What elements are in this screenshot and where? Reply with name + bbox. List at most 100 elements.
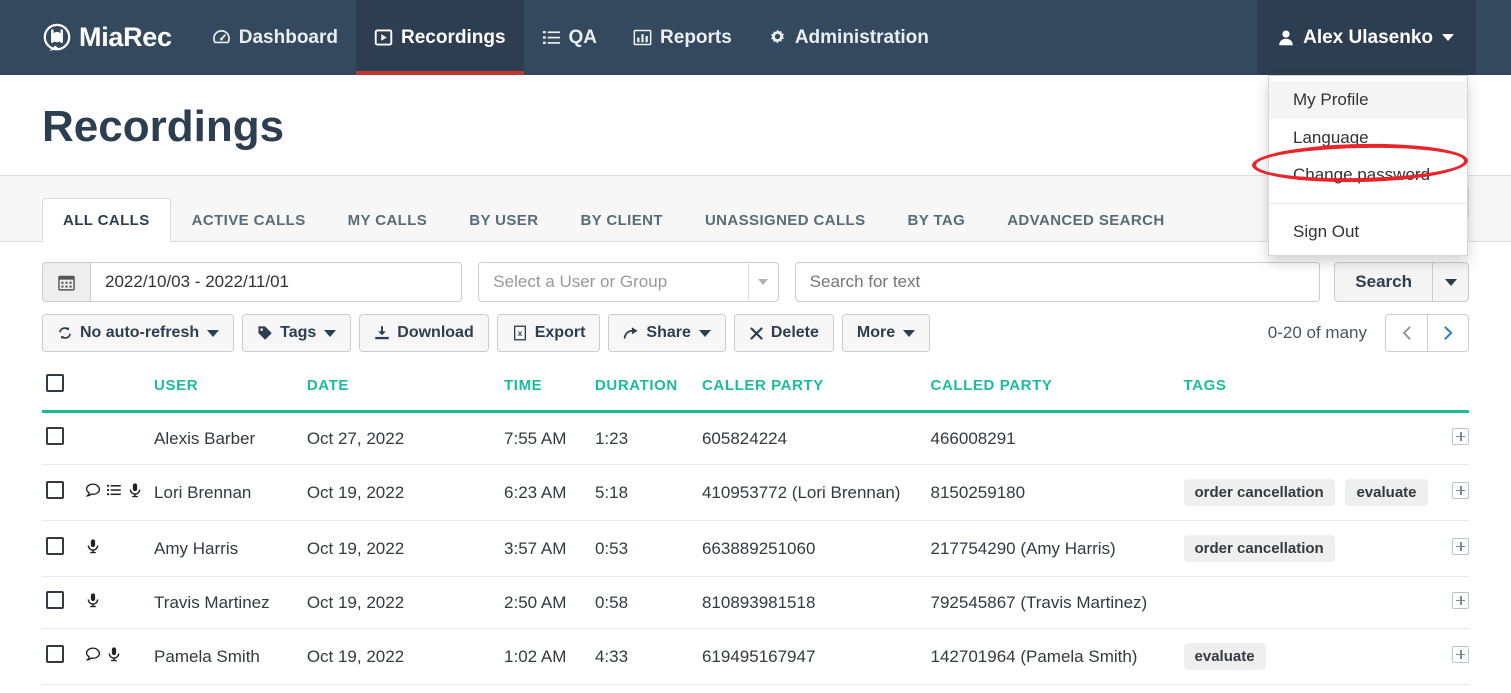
app-window: MiaRec Dashboard Recordings QA Reports A… (0, 0, 1511, 693)
export-spreadsheet-icon: x (512, 325, 528, 341)
export-button[interactable]: x Export (496, 314, 601, 352)
cell-duration: 1:23 (594, 411, 702, 465)
nav-items: Dashboard Recordings QA Reports Administ… (194, 0, 947, 75)
select-all-checkbox[interactable] (46, 374, 64, 392)
column-header-time[interactable]: TIME (504, 374, 595, 413)
search-input[interactable] (794, 262, 1321, 302)
pagination-buttons (1385, 314, 1469, 352)
user-menu-button[interactable]: Alex Ulasenko (1257, 0, 1476, 75)
pagination-prev-button[interactable] (1385, 314, 1427, 352)
row-select-cell (42, 628, 85, 685)
expand-row-icon[interactable] (1452, 645, 1469, 663)
menu-item-sign-out[interactable]: Sign Out (1269, 213, 1467, 251)
cell-date: Oct 27, 2022 (306, 411, 505, 465)
select-all-header (42, 374, 85, 413)
download-icon (374, 325, 390, 341)
expand-row-icon[interactable] (1452, 537, 1469, 555)
tab-my-calls[interactable]: MY CALLS (327, 198, 449, 242)
cell-date: Oct 19, 2022 (306, 464, 505, 521)
user-or-group-select[interactable]: Select a User or Group (478, 262, 779, 302)
menu-item-language[interactable]: Language (1269, 119, 1467, 157)
search-button-group: Search (1334, 262, 1469, 302)
chevron-left-icon (1401, 325, 1413, 341)
table-row[interactable]: Lori Brennan Oct 19, 2022 6:23 AM 5:18 4… (42, 464, 1469, 521)
microphone-icon[interactable] (85, 592, 101, 608)
cell-user: Pamela Smith (154, 628, 307, 685)
column-header-tags[interactable]: TAGS (1183, 374, 1434, 413)
row-checkbox[interactable] (46, 645, 64, 663)
menu-item-change-password[interactable]: Change password (1269, 156, 1467, 194)
column-header-date[interactable]: DATE (306, 374, 505, 413)
cell-caller-party: 619495167947 (701, 628, 931, 685)
pagination-next-button[interactable] (1427, 314, 1469, 352)
search-options-dropdown-button[interactable] (1433, 262, 1469, 302)
table-row[interactable]: Amy Harris Oct 19, 2022 3:57 AM 0:53 663… (42, 520, 1469, 577)
table-row[interactable]: Alexis Barber Oct 27, 2022 7:55 AM 1:23 … (42, 411, 1469, 465)
cell-expand (1433, 520, 1469, 577)
tags-button[interactable]: Tags (242, 314, 352, 352)
share-button[interactable]: Share (608, 314, 726, 352)
cell-caller-party: 605824224 (701, 411, 931, 465)
tab-active-calls[interactable]: ACTIVE CALLS (171, 198, 327, 242)
column-header-user[interactable]: USER (154, 374, 307, 413)
comment-icon[interactable] (85, 646, 101, 662)
tab-unassigned-calls[interactable]: UNASSIGNED CALLS (684, 198, 887, 242)
nav-item-qa[interactable]: QA (524, 0, 616, 75)
auto-refresh-button[interactable]: No auto-refresh (42, 314, 235, 352)
calendar-icon[interactable] (42, 262, 90, 302)
search-button[interactable]: Search (1334, 262, 1433, 302)
tab-by-client[interactable]: BY CLIENT (559, 198, 684, 242)
export-label: Export (534, 324, 586, 341)
microphone-icon[interactable] (106, 646, 122, 662)
close-x-icon (749, 326, 764, 341)
chevron-down-icon[interactable] (747, 263, 778, 301)
tab-by-user[interactable]: BY USER (448, 198, 559, 242)
expand-row-icon[interactable] (1452, 427, 1469, 445)
row-select-cell (42, 576, 85, 629)
microphone-icon[interactable] (85, 538, 101, 554)
more-button[interactable]: More (841, 314, 931, 352)
microphone-icon[interactable] (127, 482, 143, 498)
table-row[interactable]: Pamela Smith Oct 19, 2022 1:02 AM 4:33 6… (42, 628, 1469, 685)
auto-refresh-label: No auto-refresh (80, 324, 200, 341)
nav-item-reports[interactable]: Reports (615, 0, 750, 75)
brand-logo-link[interactable]: MiaRec (0, 0, 194, 75)
share-arrow-icon (623, 325, 639, 341)
cell-user: Amy Harris (154, 520, 307, 577)
menu-item-my-profile[interactable]: My Profile (1269, 81, 1467, 119)
tag-pill[interactable]: evaluate (1183, 643, 1266, 670)
expand-row-icon[interactable] (1452, 591, 1469, 609)
column-header-caller-party[interactable]: CALLER PARTY (701, 374, 931, 413)
tab-all-calls[interactable]: ALL CALLS (42, 198, 171, 242)
row-checkbox[interactable] (46, 481, 64, 499)
page-title: Recordings (42, 102, 285, 151)
column-header-called-party[interactable]: CALLED PARTY (930, 374, 1184, 413)
tab-advanced-search[interactable]: ADVANCED SEARCH (986, 198, 1185, 242)
qa-list-icon (542, 28, 561, 47)
miarec-logo-icon (42, 23, 72, 53)
column-header-duration[interactable]: DURATION (594, 374, 702, 413)
tag-pill[interactable]: order cancellation (1183, 535, 1335, 562)
expand-row-icon[interactable] (1452, 481, 1469, 499)
row-checkbox[interactable] (46, 537, 64, 555)
table-row[interactable]: Travis Martinez Oct 19, 2022 2:50 AM 0:5… (42, 576, 1469, 629)
download-button[interactable]: Download (359, 314, 489, 352)
table-header-row: USER DATE TIME DURATION CALLER PARTY CAL… (42, 374, 1469, 413)
tag-pill[interactable]: evaluate (1345, 479, 1428, 506)
cell-tags: evaluate (1183, 628, 1434, 685)
tab-by-tag[interactable]: BY TAG (887, 198, 987, 242)
nav-item-dashboard[interactable]: Dashboard (194, 0, 356, 75)
dashboard-gauge-icon (212, 28, 231, 47)
list-icon[interactable] (106, 482, 122, 498)
nav-item-recordings[interactable]: Recordings (356, 0, 524, 75)
date-range-input[interactable] (90, 262, 463, 302)
nav-item-administration[interactable]: Administration (750, 0, 947, 75)
row-select-cell (42, 520, 85, 577)
row-checkbox[interactable] (46, 427, 64, 445)
cell-called-party: 8150259180 (930, 464, 1184, 521)
row-icons (85, 646, 122, 662)
row-checkbox[interactable] (46, 591, 64, 609)
comment-icon[interactable] (85, 482, 101, 498)
delete-button[interactable]: Delete (733, 314, 834, 352)
tag-pill[interactable]: order cancellation (1183, 479, 1335, 506)
